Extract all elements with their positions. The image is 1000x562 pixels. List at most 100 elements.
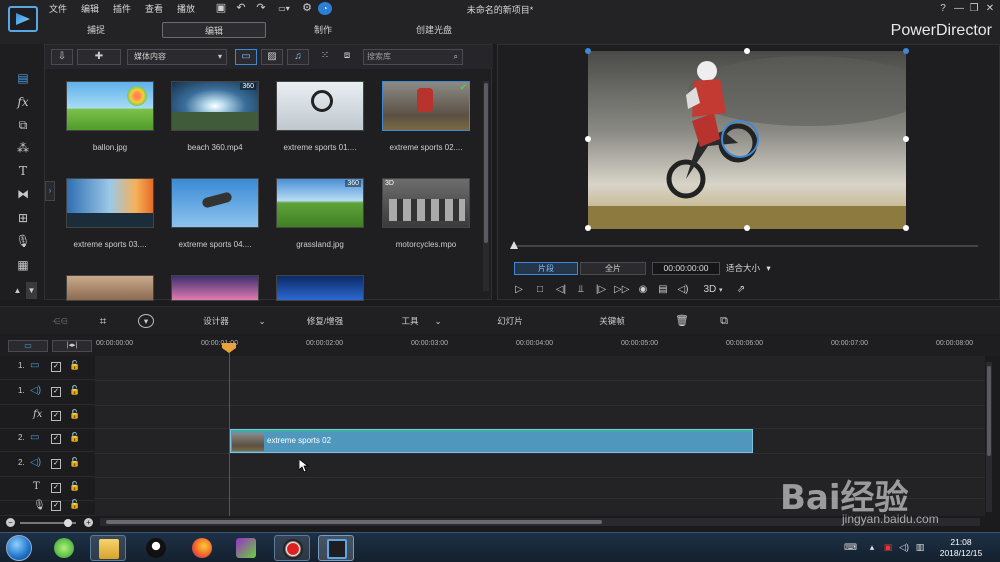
- resize-handle-r[interactable]: [903, 136, 909, 142]
- network-tray-icon[interactable]: ▥: [914, 541, 926, 553]
- tab-capture[interactable]: 捕捉: [60, 22, 132, 38]
- track-enable-checkbox[interactable]: ✓: [51, 387, 61, 397]
- track-header-voice[interactable]: 🎙 ✓ 🔓: [0, 498, 95, 516]
- tab-produce[interactable]: 制作: [290, 22, 356, 38]
- close-button[interactable]: ✕: [983, 2, 997, 15]
- fit-dropdown[interactable]: 适合大小 ▾: [726, 262, 782, 275]
- zoom-knob[interactable]: [64, 519, 72, 527]
- timeline-zoom-slider[interactable]: − +: [6, 518, 94, 528]
- track-enable-checkbox[interactable]: ✓: [51, 411, 61, 421]
- import-media-icon[interactable]: ⇩: [51, 49, 73, 65]
- lock-icon[interactable]: 🔓: [69, 481, 80, 492]
- menu-file[interactable]: 文件: [49, 2, 67, 16]
- filter-image-icon[interactable]: ▨: [261, 49, 283, 65]
- crop-icon[interactable]: ⌗: [94, 314, 112, 328]
- scroll-up-icon[interactable]: ▲: [12, 282, 23, 299]
- thumbnail-size-icon[interactable]: ⧈: [339, 49, 355, 65]
- track-enable-checkbox[interactable]: ✓: [51, 501, 61, 511]
- taskbar-app-recorder[interactable]: [274, 535, 310, 561]
- thumb-extreme-sports-02[interactable]: ✔: [382, 81, 470, 131]
- search-icon[interactable]: ⌕: [454, 50, 458, 64]
- split-icon[interactable]: ⫫: [574, 283, 588, 297]
- resize-handle-b[interactable]: [744, 225, 750, 231]
- more-features-icon[interactable]: ⧉: [716, 314, 732, 328]
- preview-video-frame[interactable]: [588, 51, 906, 229]
- thumb-beach-360[interactable]: 360: [171, 81, 259, 131]
- subtitle-icon[interactable]: ▤: [656, 283, 670, 297]
- thumb-motorcycles[interactable]: 3D: [382, 178, 470, 228]
- tab-create-disc[interactable]: 创建光盘: [398, 22, 470, 38]
- scrubber-knob[interactable]: [510, 241, 518, 249]
- menu-plugins[interactable]: 插件: [113, 2, 131, 16]
- track-header-audio-2[interactable]: 2. ◁) ✓ 🔓: [0, 453, 95, 477]
- slideshow-button[interactable]: 幻灯片: [490, 314, 530, 328]
- thumb-extreme-sports-04[interactable]: [171, 178, 259, 228]
- thumb-ballon[interactable]: [66, 81, 154, 131]
- title-room-icon[interactable]: T: [14, 163, 32, 180]
- dropdown-circle-icon[interactable]: ▾: [138, 314, 154, 328]
- keyboard-tray-icon[interactable]: ⌨: [844, 541, 857, 553]
- track-header-audio-1[interactable]: 1. ◁) ✓ 🔓: [0, 381, 95, 405]
- clip-mode-button[interactable]: 片段: [514, 262, 578, 275]
- lock-icon[interactable]: 🔓: [69, 360, 80, 371]
- resize-handle-bl[interactable]: [585, 225, 591, 231]
- notification-icon[interactable]: ◔: [318, 2, 332, 15]
- menu-edit[interactable]: 编辑: [81, 2, 99, 16]
- lock-icon[interactable]: 🔓: [69, 499, 80, 510]
- plugins-icon[interactable]: ✚: [77, 49, 121, 65]
- start-button[interactable]: [6, 535, 32, 561]
- track-enable-checkbox[interactable]: ✓: [51, 362, 61, 372]
- expand-panel-icon[interactable]: ›: [45, 181, 55, 201]
- fx-room-icon[interactable]: fx: [14, 94, 32, 111]
- designer-button[interactable]: 设计器: [196, 314, 236, 328]
- system-clock[interactable]: 21:08 2018/12/15: [930, 537, 992, 559]
- tools-button[interactable]: 工具: [396, 314, 424, 328]
- menu-view[interactable]: 查看: [145, 2, 163, 16]
- thumb-extreme-sports-01[interactable]: [276, 81, 364, 131]
- volume-icon[interactable]: ◁): [676, 283, 690, 297]
- tab-edit[interactable]: 编辑: [162, 22, 266, 38]
- previous-frame-icon[interactable]: ◁|: [554, 283, 568, 297]
- library-search-input[interactable]: 搜索库 ⌕: [363, 49, 463, 65]
- fix-enhance-button[interactable]: 修复/增强: [300, 314, 350, 328]
- taskbar-app-firefox[interactable]: [184, 535, 220, 561]
- next-frame-icon[interactable]: |▷: [594, 283, 608, 297]
- aspect-ratio-icon[interactable]: ▭▾: [274, 2, 294, 15]
- track-enable-checkbox[interactable]: ✓: [51, 459, 61, 469]
- minimize-button[interactable]: —: [952, 2, 966, 15]
- tray-expand-icon[interactable]: ▴: [866, 541, 878, 553]
- settings-gear-icon[interactable]: ⚙: [300, 2, 314, 15]
- zoom-in-icon[interactable]: +: [84, 518, 93, 527]
- save-icon[interactable]: ▣: [214, 2, 228, 15]
- thumb-row3-3[interactable]: [276, 275, 364, 301]
- thumb-row3-1[interactable]: [66, 275, 154, 301]
- filter-video-icon[interactable]: ▭: [235, 49, 257, 65]
- resize-handle-tl[interactable]: [585, 48, 591, 54]
- taskbar-app-360[interactable]: [46, 535, 82, 561]
- timeline-mode-icon[interactable]: ▭: [8, 340, 48, 352]
- snapshot-icon[interactable]: ◉: [636, 283, 650, 297]
- redo-icon[interactable]: ↷: [254, 2, 268, 15]
- media-room-icon[interactable]: ▤: [14, 70, 32, 87]
- scroll-down-icon[interactable]: ▼: [26, 282, 37, 299]
- track-enable-checkbox[interactable]: ✓: [51, 483, 61, 493]
- taskbar-app-powerdirector[interactable]: [318, 535, 354, 561]
- zoom-out-icon[interactable]: −: [6, 518, 15, 527]
- timeline-clip[interactable]: extreme sports 02: [230, 429, 753, 453]
- fast-forward-icon[interactable]: ▷▷: [614, 283, 629, 297]
- storyboard-mode-icon[interactable]: |◂▸|: [52, 340, 92, 352]
- resize-handle-tr[interactable]: [903, 48, 909, 54]
- lock-icon[interactable]: 🔓: [69, 432, 80, 443]
- play-icon[interactable]: ▷: [512, 283, 526, 297]
- lock-icon[interactable]: 🔓: [69, 385, 80, 396]
- chevron-down-icon[interactable]: ⌄: [256, 314, 268, 328]
- voice-over-icon[interactable]: 🎙: [14, 233, 32, 250]
- transition-room-icon[interactable]: ⧓: [14, 186, 32, 203]
- audio-mixing-icon[interactable]: ⊞: [14, 210, 32, 227]
- chapter-room-icon[interactable]: ▦: [14, 257, 32, 274]
- menu-play[interactable]: 播放: [177, 2, 195, 16]
- keyframe-button[interactable]: 关键帧: [592, 314, 632, 328]
- thumb-row3-2[interactable]: [171, 275, 259, 301]
- undock-preview-icon[interactable]: ⇗: [734, 283, 748, 297]
- media-type-dropdown[interactable]: 媒体内容 ▾: [127, 49, 227, 65]
